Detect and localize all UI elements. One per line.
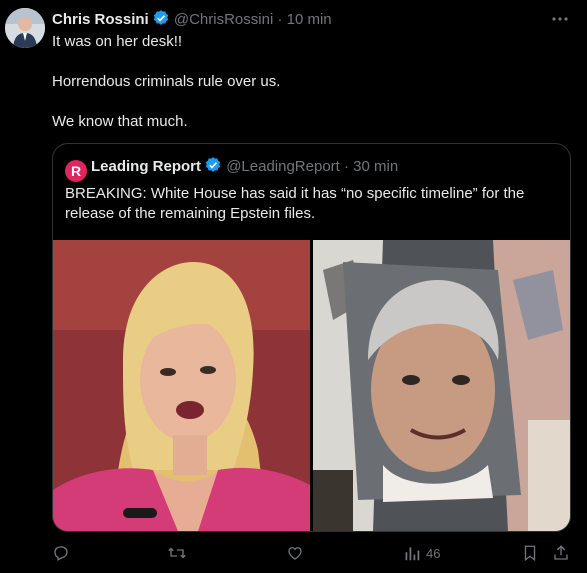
photo-protest-poster-image [313,240,570,531]
views-count: 46 [426,545,441,561]
more-icon [552,17,568,21]
verified-badge-icon [204,156,222,180]
meta-separator: · [344,158,349,175]
verified-badge-icon [152,9,170,33]
more-options-button[interactable] [549,8,571,30]
leading-report-logo-icon: R [65,160,87,182]
quoted-header: R Leading Report @LeadingReport · 30 min [65,156,398,182]
action-bar: 46 [52,542,572,564]
tweet-line: It was on her desk!! [52,33,183,50]
tweet-line: We know that much. [52,113,188,130]
meta-separator: · [277,11,283,28]
bookmark-button[interactable] [522,542,538,564]
heart-icon [288,547,302,560]
quoted-text: BREAKING: White House has said it has “n… [65,185,525,222]
tweet-text: It was on her desk!! Horrendous criminal… [52,32,572,132]
tweet[interactable]: Chris Rossini @ChrisRossini · 10 min It … [0,0,587,573]
tweet-time[interactable]: 10 min [287,11,332,28]
photo-woman-speaking-image [53,240,310,531]
photo-protest-poster[interactable] [313,240,570,531]
reply-icon [54,546,68,561]
tweet-line: Horrendous criminals rule over us. [52,73,281,90]
retweet-button[interactable] [167,542,187,564]
quoted-tweet[interactable]: R Leading Report @LeadingReport · 30 min … [52,143,571,532]
quoted-time: 30 min [353,158,399,175]
author-name[interactable]: Chris Rossini [52,11,149,28]
reply-button[interactable] [52,542,70,564]
author-handle[interactable]: @ChrisRossini [174,11,273,28]
quoted-handle: @LeadingReport [226,158,340,175]
avatar-image [5,8,45,48]
bookmark-icon [524,545,536,562]
avatar[interactable] [5,8,45,48]
quoted-media[interactable] [53,240,570,531]
share-button[interactable] [552,542,570,564]
share-icon [554,545,568,560]
views-icon [405,547,420,561]
like-button[interactable] [286,542,304,564]
quoted-author-name: Leading Report [91,158,202,175]
views-button[interactable]: 46 [404,542,440,564]
tweet-header: Chris Rossini @ChrisRossini · 10 min [52,9,332,33]
photo-woman-speaking[interactable] [53,240,310,531]
retweet-icon [168,547,186,559]
